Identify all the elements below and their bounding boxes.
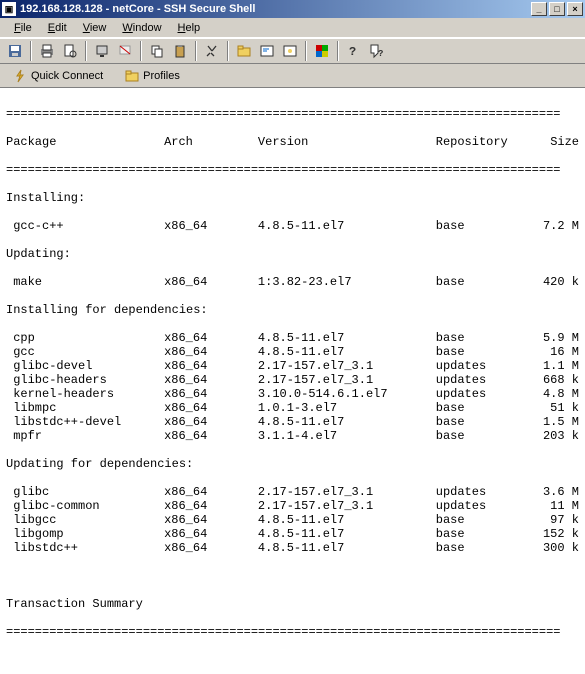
help-icon[interactable]: ? [343,40,365,62]
menu-edit[interactable]: Edit [40,20,75,36]
transaction-summary-title: Transaction Summary [6,597,579,611]
svg-text:?: ? [378,49,383,59]
table-row: kernel-headersx86_643.10.0-514.6.1.el7up… [6,387,579,401]
menu-file[interactable]: File [6,20,40,36]
find-icon[interactable] [201,40,223,62]
section-installing-deps: Installing for dependencies: [6,303,579,317]
table-row: makex86_641:3.82-23.el7base420 k [6,275,579,289]
separator-line: ========================================… [6,107,579,121]
separator-line: ========================================… [6,625,579,639]
color-icon[interactable] [311,40,333,62]
app-icon: ▣ [2,2,16,16]
settings-icon[interactable] [279,40,301,62]
print-icon[interactable] [36,40,58,62]
disconnect-icon[interactable] [114,40,136,62]
lightning-icon [13,69,27,83]
window-title: 192.168.128.128 - netCore - SSH Secure S… [20,3,255,15]
preview-icon[interactable] [59,40,81,62]
table-row: glibc-develx86_642.17-157.el7_3.1updates… [6,359,579,373]
menu-help[interactable]: Help [170,20,209,36]
section-updating: Updating: [6,247,579,261]
menu-window[interactable]: Window [114,20,169,36]
table-row: cppx86_644.8.5-11.el7base5.9 M [6,331,579,345]
save-icon[interactable] [4,40,26,62]
table-row: libgccx86_644.8.5-11.el7base 97 k [6,513,579,527]
paste-icon[interactable] [169,40,191,62]
folder-icon [125,69,139,83]
table-row: glibc-commonx86_642.17-157.el7_3.1update… [6,499,579,513]
close-button[interactable]: × [567,2,583,16]
whatsthis-icon[interactable]: ? [366,40,388,62]
table-row: libstdc++-develx86_644.8.5-11.el7base1.5… [6,415,579,429]
terminal-output[interactable]: ========================================… [0,88,585,674]
new-terminal-icon[interactable] [256,40,278,62]
menu-view[interactable]: View [75,20,115,36]
quick-bar: Quick Connect Profiles [0,64,585,88]
toolbar: ? ? [0,38,585,64]
profiles-button[interactable]: Profiles [118,66,187,86]
connect-icon[interactable] [91,40,113,62]
profiles-label: Profiles [143,70,180,82]
table-row: libstdc++x86_644.8.5-11.el7base300 k [6,541,579,555]
quick-connect-label: Quick Connect [31,70,103,82]
minimize-button[interactable]: _ [531,2,547,16]
table-row: libmpcx86_641.0.1-3.el7base 51 k [6,401,579,415]
maximize-button[interactable]: □ [549,2,565,16]
copy-icon[interactable] [146,40,168,62]
svg-text:?: ? [349,45,356,59]
table-row: gccx86_644.8.5-11.el7base 16 M [6,345,579,359]
quick-connect-button[interactable]: Quick Connect [6,66,110,86]
menu-bar: File Edit View Window Help [0,18,585,38]
table-header: PackageArchVersionRepositorySize [6,135,579,149]
table-row: mpfrx86_643.1.1-4.el7base203 k [6,429,579,443]
title-bar: ▣ 192.168.128.128 - netCore - SSH Secure… [0,0,585,18]
table-row: glibcx86_642.17-157.el7_3.1updates3.6 M [6,485,579,499]
table-row: glibc-headersx86_642.17-157.el7_3.1updat… [6,373,579,387]
table-row: gcc-c++x86_644.8.5-11.el7base7.2 M [6,219,579,233]
table-row: libgompx86_644.8.5-11.el7base152 k [6,527,579,541]
section-installing: Installing: [6,191,579,205]
section-updating-deps: Updating for dependencies: [6,457,579,471]
folder-icon[interactable] [233,40,255,62]
separator-line: ========================================… [6,163,579,177]
